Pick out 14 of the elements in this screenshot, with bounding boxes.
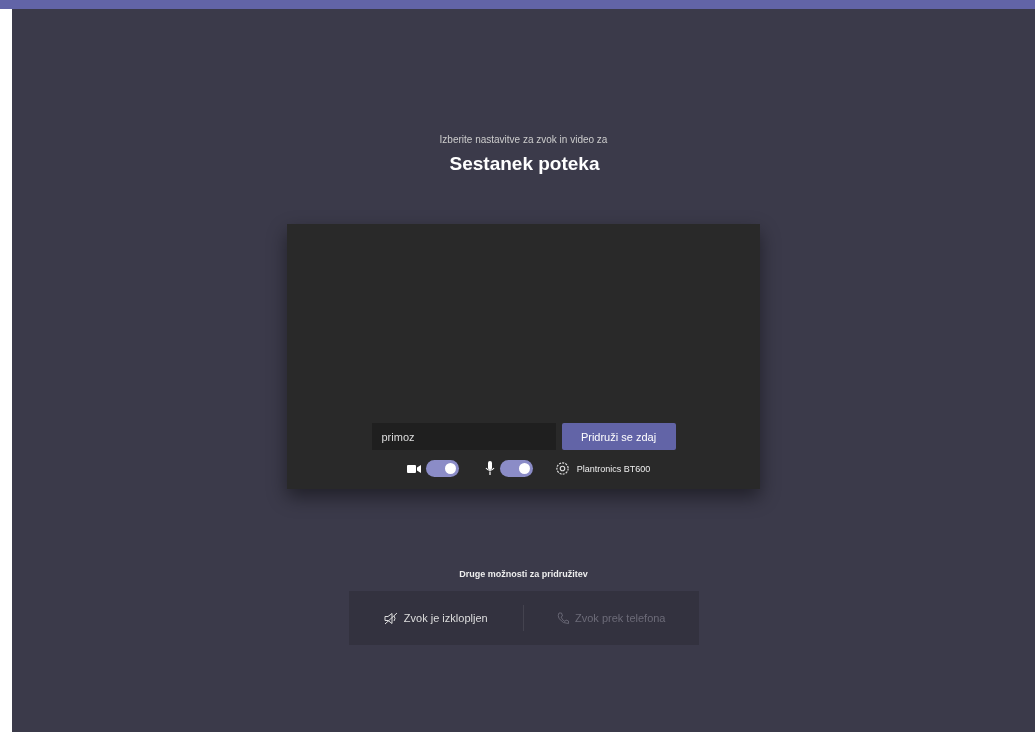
- name-field[interactable]: primoz: [371, 423, 556, 450]
- subtitle: Izberite nastavitve za zvok in video za: [439, 134, 608, 147]
- microphone-toggle[interactable]: [499, 460, 533, 477]
- microphone-icon: [484, 461, 495, 476]
- meeting-title: Sestanek poteka: [449, 153, 600, 175]
- other-options-heading: Druge možnosti za pridružitev: [459, 569, 588, 579]
- audio-off-button[interactable]: Zvok je izklopljen: [348, 598, 523, 638]
- camera-toggle[interactable]: [425, 460, 459, 477]
- settings-icon[interactable]: [554, 461, 570, 476]
- speaker-muted-icon: [383, 611, 398, 625]
- phone-icon: [557, 611, 569, 625]
- device-name[interactable]: Plantronics BT600: [576, 463, 651, 474]
- camera-icon: [406, 463, 421, 474]
- join-button[interactable]: Pridruži se zdaj: [561, 423, 676, 450]
